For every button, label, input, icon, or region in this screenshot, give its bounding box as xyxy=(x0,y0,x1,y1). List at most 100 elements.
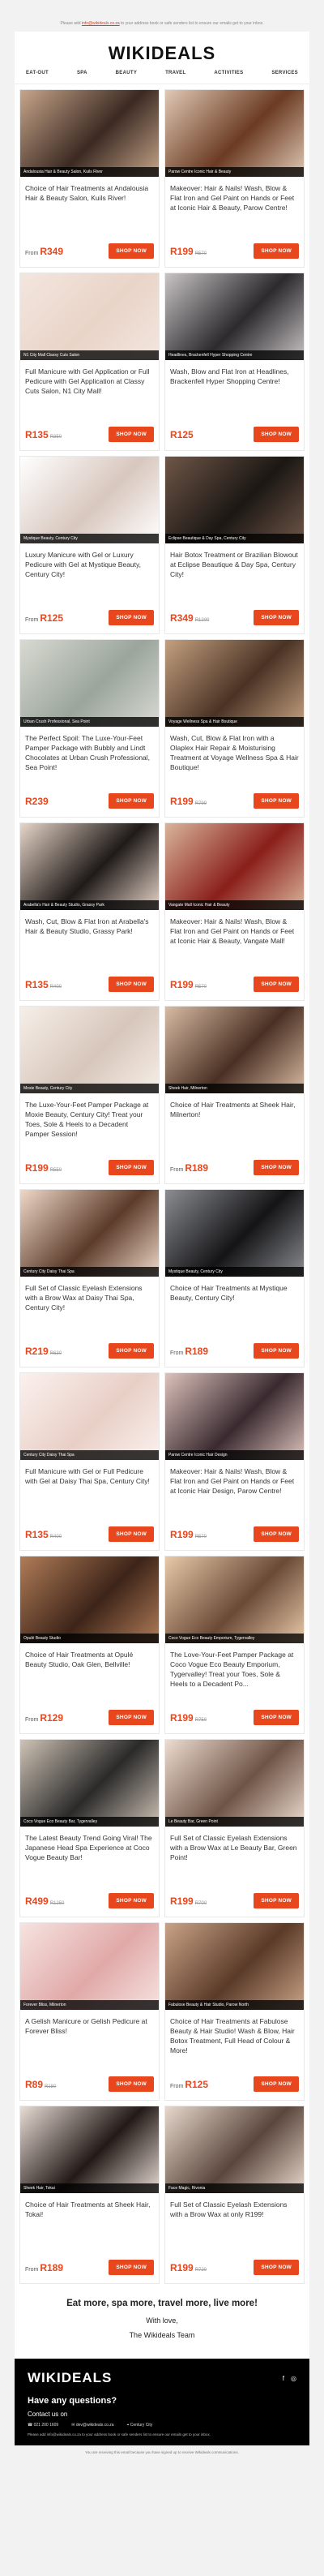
deal-card[interactable]: Forever Bliss, Milnerton A Gelish Manicur… xyxy=(19,1922,160,2101)
deal-image[interactable]: Moxie Beauty, Century City xyxy=(20,1007,159,1093)
deal-card[interactable]: Vangate Mall Iconic Hair & Beauty Makeove… xyxy=(164,822,305,1001)
deal-card[interactable]: Headlines, Brackenfell Hyper Shopping Ce… xyxy=(164,273,305,451)
deal-title[interactable]: Wash, Blow and Flat Iron at Headlines, B… xyxy=(165,360,304,409)
deal-title[interactable]: Full Manicure with Gel Application or Fu… xyxy=(20,360,159,409)
deal-image[interactable]: Andalousia Hair & Beauty Salon, Kuils Ri… xyxy=(20,90,159,177)
shop-now-button[interactable]: SHOP NOW xyxy=(254,2076,299,2092)
deal-image[interactable]: Sheek Hair, Tokai xyxy=(20,2106,159,2193)
nav-item-beauty[interactable]: BEAUTY xyxy=(116,71,137,75)
deal-title[interactable]: Wash, Cut, Blow & Flat Iron with a Olapl… xyxy=(165,727,304,775)
deal-card[interactable]: Eclipse Beautique & Day Spa, Century Cit… xyxy=(164,456,305,634)
nav-item-eat-out[interactable]: EAT-OUT xyxy=(26,71,49,75)
top-note-email-link[interactable]: info@wikideals.co.za xyxy=(82,21,120,26)
footer-logo[interactable]: WIKIDEALS xyxy=(28,2370,112,2386)
deal-title[interactable]: Full Set of Classic Eyelash Extensions w… xyxy=(165,1827,304,1875)
shop-now-button[interactable]: SHOP NOW xyxy=(109,610,154,625)
deal-title[interactable]: Makeover: Hair & Nails! Wash, Blow & Fla… xyxy=(165,177,304,225)
shop-now-button[interactable]: SHOP NOW xyxy=(254,610,299,625)
deal-title[interactable]: A Gelish Manicure or Gelish Pedicure at … xyxy=(20,2010,159,2059)
deal-card[interactable]: Century City Daisy Thai Spa Full Set of C… xyxy=(19,1189,160,1367)
deal-image[interactable]: Eclipse Beautique & Day Spa, Century Cit… xyxy=(165,457,304,543)
nav-item-activities[interactable]: ACTIVITIES xyxy=(214,71,243,75)
shop-now-button[interactable]: SHOP NOW xyxy=(254,243,299,259)
deal-image[interactable]: Century City Daisy Thai Spa xyxy=(20,1190,159,1277)
deal-title[interactable]: The Luxe-Your-Feet Pamper Package at Mox… xyxy=(20,1093,159,1142)
deal-image[interactable]: Vangate Mall Iconic Hair & Beauty xyxy=(165,823,304,910)
email-contact[interactable]: ✉ dev@wikideals.co.za xyxy=(71,2423,113,2428)
deal-title[interactable]: Hair Botox Treatment or Brazilian Blowou… xyxy=(165,543,304,592)
shop-now-button[interactable]: SHOP NOW xyxy=(254,793,299,809)
facebook-icon[interactable]: f xyxy=(283,2375,284,2382)
shop-now-button[interactable]: SHOP NOW xyxy=(254,427,299,442)
deal-card[interactable]: Andalousia Hair & Beauty Salon, Kuils Ri… xyxy=(19,89,160,268)
shop-now-button[interactable]: SHOP NOW xyxy=(254,977,299,992)
deal-title[interactable]: The Perfect Spoil: The Luxe-Your-Feet Pa… xyxy=(20,727,159,775)
shop-now-button[interactable]: SHOP NOW xyxy=(254,2260,299,2275)
deal-card[interactable]: N1 City Mall Classy Cuts Salon Full Manic… xyxy=(19,273,160,451)
deal-image[interactable]: Parow Centre Iconic Hair & Beauty xyxy=(165,90,304,177)
deal-image[interactable]: Mystique Beauty, Century City xyxy=(165,1190,304,1277)
deal-title[interactable]: Full Set of Classic Eyelash Extensions w… xyxy=(20,1277,159,1325)
deal-image[interactable]: Forever Bliss, Milnerton xyxy=(20,1923,159,2010)
shop-now-button[interactable]: SHOP NOW xyxy=(254,1160,299,1175)
deal-card[interactable]: Fabulose Beauty & Hair Studio, Parow Nor… xyxy=(164,1922,305,2101)
deal-title[interactable]: The Latest Beauty Trend Going Viral! The… xyxy=(20,1827,159,1875)
deal-card[interactable]: Opulé Beauty Studio Choice of Hair Treatm… xyxy=(19,1556,160,1734)
deal-card[interactable]: Parow Centre Iconic Hair Design Makeover:… xyxy=(164,1372,305,1551)
deal-title[interactable]: Choice of Hair Treatments at Sheek Hair,… xyxy=(20,2193,159,2242)
deal-title[interactable]: The Love-Your-Feet Pamper Package at Coc… xyxy=(165,1643,304,1692)
deal-title[interactable]: Luxury Manicure with Gel or Luxury Pedic… xyxy=(20,543,159,592)
shop-now-button[interactable]: SHOP NOW xyxy=(109,1710,154,1725)
deal-card[interactable]: Parow Centre Iconic Hair & Beauty Makeove… xyxy=(164,89,305,268)
deal-card[interactable]: Voyage Wellness Spa & Hair Boutique Wash,… xyxy=(164,639,305,818)
shop-now-button[interactable]: SHOP NOW xyxy=(109,243,154,259)
deal-card[interactable]: Coco Vogue Eco Beauty Emporium, Tygerval… xyxy=(164,1556,305,1734)
deal-card[interactable]: Face Magic, Rivonia Full Set of Classic E… xyxy=(164,2106,305,2284)
deal-image[interactable]: Parow Centre Iconic Hair Design xyxy=(165,1373,304,1460)
deal-image[interactable]: Face Magic, Rivonia xyxy=(165,2106,304,2193)
deal-image[interactable]: Sheek Hair, Milnerton xyxy=(165,1007,304,1093)
instagram-icon[interactable]: ◎ xyxy=(291,2375,296,2382)
shop-now-button[interactable]: SHOP NOW xyxy=(254,1710,299,1725)
shop-now-button[interactable]: SHOP NOW xyxy=(109,1526,154,1542)
nav-item-travel[interactable]: TRAVEL xyxy=(165,71,185,75)
deal-image[interactable]: Fabulose Beauty & Hair Studio, Parow Nor… xyxy=(165,1923,304,2010)
deal-title[interactable]: Makeover: Hair & Nails! Wash, Blow & Fla… xyxy=(165,1460,304,1509)
nav-item-spa[interactable]: SPA xyxy=(77,71,87,75)
shop-now-button[interactable]: SHOP NOW xyxy=(254,1526,299,1542)
deal-image[interactable]: Coco Vogue Eco Beauty Emporium, Tygerval… xyxy=(165,1556,304,1643)
deal-card[interactable]: Century City Daisy Thai Spa Full Manicure… xyxy=(19,1372,160,1551)
shop-now-button[interactable]: SHOP NOW xyxy=(109,793,154,809)
shop-now-button[interactable]: SHOP NOW xyxy=(109,1893,154,1908)
deal-title[interactable]: Makeover: Hair & Nails! Wash, Blow & Fla… xyxy=(165,910,304,959)
deal-title[interactable]: Choice of Hair Treatments at Andalousia … xyxy=(20,177,159,225)
shop-now-button[interactable]: SHOP NOW xyxy=(109,1343,154,1359)
deal-image[interactable]: Century City Daisy Thai Spa xyxy=(20,1373,159,1460)
deal-card[interactable]: Sheek Hair, Milnerton Choice of Hair Trea… xyxy=(164,1006,305,1184)
deal-title[interactable]: Choice of Hair Treatments at Opulé Beaut… xyxy=(20,1643,159,1692)
deal-title[interactable]: Choice of Hair Treatments at Mystique Be… xyxy=(165,1277,304,1325)
deal-card[interactable]: Le Beauty Bar, Green Point Full Set of Cl… xyxy=(164,1739,305,1917)
phone-contact[interactable]: ☎ 021 200 1609 xyxy=(28,2423,58,2428)
shop-now-button[interactable]: SHOP NOW xyxy=(109,977,154,992)
deal-card[interactable]: Sheek Hair, Tokai Choice of Hair Treatmen… xyxy=(19,2106,160,2284)
deal-card[interactable]: Coco Vogue Eco Beauty Bar, Tygervalley Th… xyxy=(19,1739,160,1917)
deal-image[interactable]: Urban Crush Professional, Sea Point xyxy=(20,640,159,727)
shop-now-button[interactable]: SHOP NOW xyxy=(254,1343,299,1359)
deal-title[interactable]: Choice of Hair Treatments at Sheek Hair,… xyxy=(165,1093,304,1142)
shop-now-button[interactable]: SHOP NOW xyxy=(254,1893,299,1908)
deal-title[interactable]: Wash, Cut, Blow & Flat Iron at Arabella'… xyxy=(20,910,159,959)
deal-card[interactable]: Moxie Beauty, Century City The Luxe-Your-… xyxy=(19,1006,160,1184)
deal-image[interactable]: Arabella's Hair & Beauty Studio, Grassy … xyxy=(20,823,159,910)
deal-card[interactable]: Mystique Beauty, Century City Choice of H… xyxy=(164,1189,305,1367)
deal-card[interactable]: Urban Crush Professional, Sea Point The P… xyxy=(19,639,160,818)
deal-image[interactable]: N1 City Mall Classy Cuts Salon xyxy=(20,273,159,360)
deal-card[interactable]: Mystique Beauty, Century City Luxury Mani… xyxy=(19,456,160,634)
nav-item-services[interactable]: SERVICES xyxy=(271,71,298,75)
deal-image[interactable]: Le Beauty Bar, Green Point xyxy=(165,1740,304,1827)
shop-now-button[interactable]: SHOP NOW xyxy=(109,427,154,442)
deal-card[interactable]: Arabella's Hair & Beauty Studio, Grassy … xyxy=(19,822,160,1001)
deal-title[interactable]: Choice of Hair Treatments at Fabulose Be… xyxy=(165,2010,304,2059)
shop-now-button[interactable]: SHOP NOW xyxy=(109,2076,154,2092)
shop-now-button[interactable]: SHOP NOW xyxy=(109,2260,154,2275)
